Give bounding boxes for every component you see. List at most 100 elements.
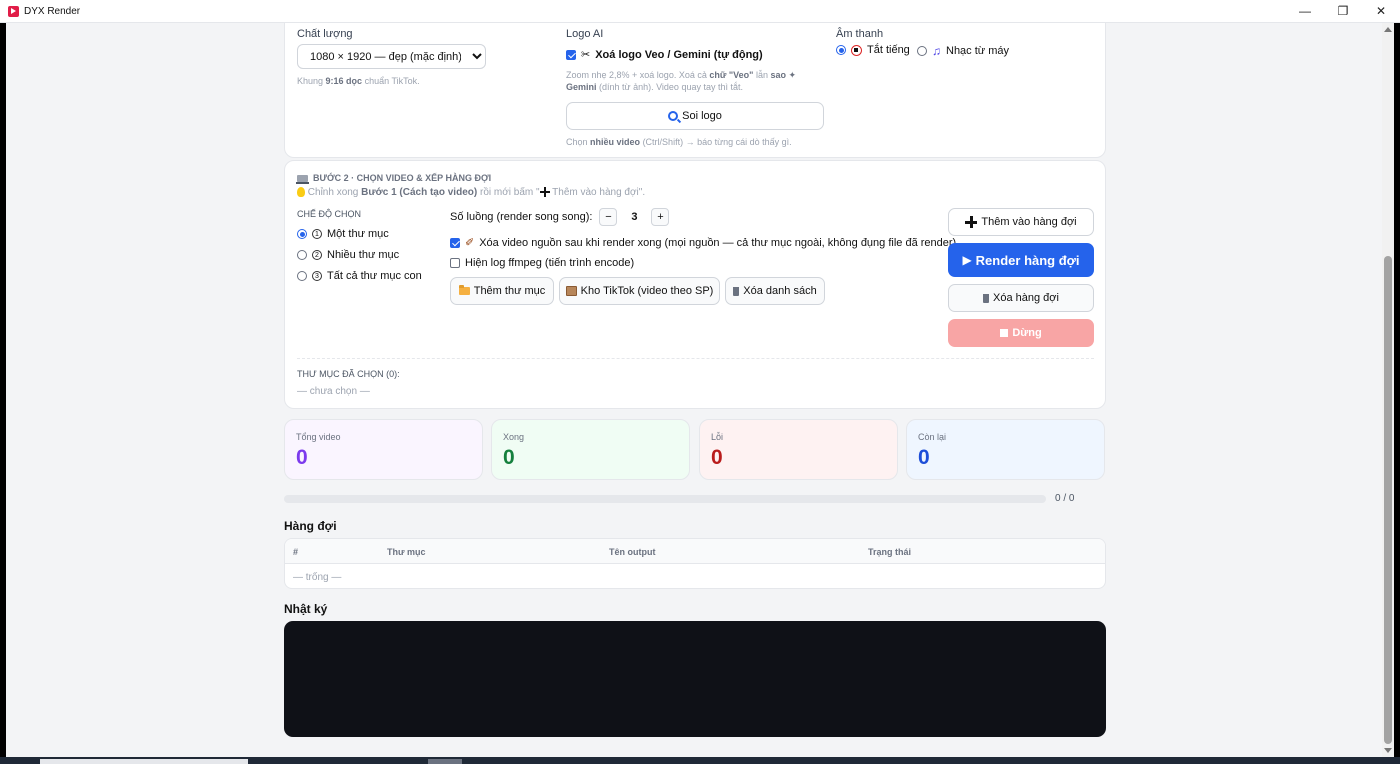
taskbar xyxy=(0,757,1400,764)
quality-select[interactable]: 1080 × 1920 — đẹp (mặc định) xyxy=(297,44,486,69)
stat-total-label: Tổng video xyxy=(296,432,341,442)
logo-ai-label: Logo AI xyxy=(566,28,604,40)
scroll-up-icon[interactable] xyxy=(1384,27,1392,32)
threads-increment-button[interactable]: + xyxy=(651,208,670,226)
add-folder-button[interactable]: Thêm thư mục xyxy=(450,277,554,305)
audio-label: Âm thanh xyxy=(836,28,884,40)
remove-logo-row[interactable]: ✂ Xoá logo Veo / Gemini (tự động) xyxy=(566,48,763,61)
stat-total: Tổng video 0 xyxy=(284,419,483,480)
clear-queue-button[interactable]: Xóa hàng đợi xyxy=(948,284,1094,312)
minimize-icon[interactable]: — xyxy=(1286,0,1324,23)
delete-source-row[interactable]: ✐ Xóa video nguồn sau khi render xong (m… xyxy=(450,236,956,249)
maximize-icon[interactable]: ❐ xyxy=(1324,0,1362,23)
col-index: # xyxy=(293,547,299,557)
window-border-right xyxy=(1394,23,1400,764)
trash-icon xyxy=(733,286,740,296)
stat-error-label: Lỗi xyxy=(711,432,724,442)
inspect-logo-label: Soi logo xyxy=(682,110,722,122)
scroll-thumb[interactable] xyxy=(1384,256,1392,744)
laptop-icon xyxy=(296,174,309,184)
queue-title: Hàng đợi xyxy=(284,519,337,533)
scroll-down-icon[interactable] xyxy=(1384,748,1392,753)
selected-folders-empty: — chưa chọn — xyxy=(297,386,370,397)
audio-music-label: Nhạc từ máy xyxy=(946,45,1009,57)
mode-option-all-subfolders[interactable]: 3 Tất cả thư mục con xyxy=(297,270,422,282)
mode-option-multi-folder[interactable]: 2 Nhiều thư mục xyxy=(297,249,399,261)
plus-icon xyxy=(539,187,550,198)
stat-done-value: 0 xyxy=(503,446,515,469)
step2-card: BƯỚC 2 · CHỌN VIDEO & XẾP HÀNG ĐỢI Chỉnh… xyxy=(284,160,1106,409)
audio-mute-radio[interactable] xyxy=(836,45,846,55)
mode-all-label: Tất cả thư mục con xyxy=(327,270,422,282)
progress-bar xyxy=(284,495,1046,503)
mode-one-label: Một thư mục xyxy=(327,228,389,240)
music-icon: ♫ xyxy=(932,44,941,58)
quality-hint: Khung 9:16 dọc chuẩn TikTok. xyxy=(297,76,420,86)
stat-remaining-value: 0 xyxy=(918,446,930,469)
stat-error: Lỗi 0 xyxy=(699,419,898,480)
progress-text: 0 / 0 xyxy=(1055,493,1075,504)
window-controls: — ❐ ✕ xyxy=(1286,0,1400,23)
scrollbar[interactable] xyxy=(1382,23,1394,757)
tiktok-store-button[interactable]: Kho TikTok (video theo SP) xyxy=(559,277,720,305)
audio-music-radio[interactable] xyxy=(917,46,927,56)
magnifier-icon xyxy=(668,111,679,121)
audio-option-mute[interactable]: Tắt tiếng xyxy=(836,44,910,56)
col-status: Trạng thái xyxy=(868,547,912,557)
title-bar: DYX Render — ❐ ✕ xyxy=(0,0,1400,23)
add-to-queue-button[interactable]: Thêm vào hàng đợi xyxy=(948,208,1094,236)
mode-all-radio[interactable] xyxy=(297,271,307,281)
app-icon xyxy=(8,5,19,17)
stop-button[interactable]: Dừng xyxy=(948,319,1094,347)
mute-icon xyxy=(851,44,862,56)
trash-icon xyxy=(983,293,990,303)
broom-icon: ✐ xyxy=(465,237,475,249)
col-output-name: Tên output xyxy=(609,547,656,557)
col-folder: Thư mục xyxy=(387,547,426,557)
threads-decrement-button[interactable]: − xyxy=(599,208,618,226)
threads-label: Số luồng (render song song): xyxy=(450,211,593,223)
remove-logo-label: Xoá logo Veo / Gemini (tự động) xyxy=(595,48,763,61)
scissors-icon: ✂ xyxy=(581,49,591,61)
settings-card: Chất lượng 1080 × 1920 — đẹp (mặc định) … xyxy=(284,23,1106,158)
queue-table-header: # Thư mục Tên output Trạng thái xyxy=(285,539,1105,564)
remove-logo-checkbox[interactable] xyxy=(566,49,576,60)
mode-one-radio[interactable] xyxy=(297,229,307,239)
mode-label: CHẾ ĐỘ CHỌN xyxy=(297,209,362,219)
mode-multi-radio[interactable] xyxy=(297,250,307,260)
main-content: Chất lượng 1080 × 1920 — đẹp (mặc định) … xyxy=(6,23,1382,757)
log-title: Nhật ký xyxy=(284,602,328,616)
step2-title: BƯỚC 2 · CHỌN VIDEO & XẾP HÀNG ĐỢI xyxy=(296,173,491,184)
queue-empty: — trống — xyxy=(293,572,342,583)
plus-icon xyxy=(965,216,978,228)
taskbar-app[interactable] xyxy=(428,759,462,764)
number-1-icon: 1 xyxy=(312,229,322,239)
stat-total-value: 0 xyxy=(296,446,308,469)
threads-row: Số luồng (render song song): − 3 + xyxy=(450,208,670,226)
box-icon xyxy=(565,286,577,296)
stat-remaining: Còn lại 0 xyxy=(906,419,1105,480)
close-icon[interactable]: ✕ xyxy=(1362,0,1400,23)
quality-label: Chất lượng xyxy=(297,28,353,40)
stat-error-value: 0 xyxy=(711,446,723,469)
inspect-logo-hint: Chọn nhiều video (Ctrl/Shift) → báo từng… xyxy=(566,137,792,147)
audio-mute-label: Tắt tiếng xyxy=(867,44,910,56)
render-queue-button[interactable]: ▶ Render hàng đợi xyxy=(948,243,1094,277)
lightbulb-icon xyxy=(297,187,305,198)
show-log-checkbox[interactable] xyxy=(450,258,460,268)
show-log-label: Hiện log ffmpeg (tiến trình encode) xyxy=(465,257,635,269)
divider xyxy=(297,358,1094,359)
number-3-icon: 3 xyxy=(312,271,322,281)
step2-hint: Chỉnh xong Bước 1 (Cách tạo video) rồi m… xyxy=(297,187,645,199)
mode-option-one-folder[interactable]: 1 Một thư mục xyxy=(297,228,389,240)
delete-source-checkbox[interactable] xyxy=(450,237,460,248)
selected-folders-label: THƯ MỤC ĐÃ CHỌN (0): xyxy=(297,369,400,379)
taskbar-search[interactable] xyxy=(40,759,248,764)
inspect-logo-button[interactable]: Soi logo xyxy=(566,102,824,130)
mode-multi-label: Nhiều thư mục xyxy=(327,249,400,261)
play-icon: ▶ xyxy=(962,253,972,267)
audio-option-music[interactable]: ♫ Nhạc từ máy xyxy=(917,44,1009,58)
log-panel[interactable] xyxy=(284,621,1106,737)
clear-list-button[interactable]: Xóa danh sách xyxy=(725,277,825,305)
show-log-row[interactable]: Hiện log ffmpeg (tiến trình encode) xyxy=(450,257,634,269)
